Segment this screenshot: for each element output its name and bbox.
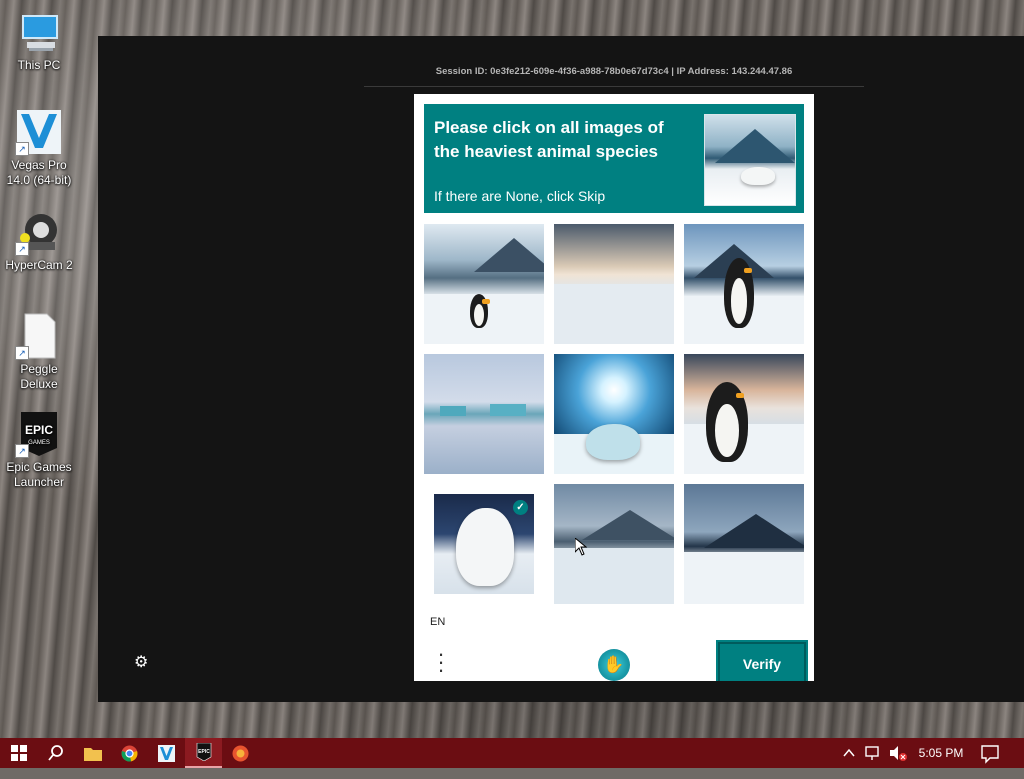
desktop-icon-label: Epic Games Launcher xyxy=(6,460,72,489)
document-icon: ↗ xyxy=(15,312,63,360)
image-tile-5[interactable] xyxy=(554,354,674,474)
polar-bear-figure xyxy=(741,167,775,185)
desktop-icon-label: Vegas Pro 14.0 (64-bit) xyxy=(6,158,72,187)
gear-icon[interactable]: ⚙ xyxy=(134,652,148,672)
computer-icon xyxy=(15,8,63,56)
desktop-icon-epic-games[interactable]: EPIC GAMES ↗ Epic Games Launcher xyxy=(4,410,74,490)
hypercam-icon: ↗ xyxy=(15,208,63,256)
desktop-icon-vegas-pro[interactable]: ↗ Vegas Pro 14.0 (64-bit) xyxy=(4,108,74,188)
vegas-pro-icon: ↗ xyxy=(15,108,63,156)
shortcut-arrow-icon: ↗ xyxy=(15,346,29,360)
image-tile-6[interactable] xyxy=(684,354,804,474)
image-tile-1[interactable] xyxy=(424,224,544,344)
image-tile-7[interactable]: ✓ xyxy=(424,484,544,604)
checkmark-icon: ✓ xyxy=(513,500,528,515)
chrome-icon[interactable] xyxy=(111,738,148,768)
desktop-icon-this-pc[interactable]: This PC xyxy=(4,8,74,73)
mouse-cursor-icon xyxy=(575,538,587,556)
notifications-icon[interactable] xyxy=(980,738,1000,768)
divider xyxy=(364,86,864,87)
network-icon[interactable] xyxy=(864,738,882,768)
windows-start-icon[interactable] xyxy=(0,738,37,768)
shortcut-arrow-icon: ↗ xyxy=(15,444,29,458)
example-image xyxy=(704,114,796,206)
desktop-icon-hypercam[interactable]: ↗ HyperCam 2 xyxy=(4,208,74,273)
desktop-icon-label: This PC xyxy=(17,58,61,72)
taskbar: EPIC 5:05 PM xyxy=(0,738,1024,768)
browser-taskbar-icon[interactable] xyxy=(222,738,259,768)
shortcut-arrow-icon: ↗ xyxy=(15,242,29,256)
vegas-pro-taskbar-icon[interactable] xyxy=(148,738,185,768)
verify-button[interactable]: Verify xyxy=(716,640,808,681)
file-explorer-icon[interactable] xyxy=(74,738,111,768)
session-info: Session ID: 0e3fe212-609e-4f36-a988-78b0… xyxy=(435,66,793,77)
desktop-icon-peggle[interactable]: ↗ Peggle Deluxe xyxy=(4,312,74,392)
prompt-title: Please click on all images of the heavie… xyxy=(434,118,664,161)
hcaptcha-challenge: Please click on all images of the heavie… xyxy=(414,94,814,681)
clock[interactable]: 5:05 PM xyxy=(918,738,964,768)
challenge-prompt: Please click on all images of the heavie… xyxy=(424,104,804,213)
epic-games-icon: EPIC GAMES ↗ xyxy=(15,410,63,458)
image-tile-3[interactable] xyxy=(684,224,804,344)
svg-text:EPIC: EPIC xyxy=(25,423,53,437)
search-icon[interactable] xyxy=(37,738,74,768)
chevron-up-icon[interactable] xyxy=(842,738,856,768)
language-selector[interactable]: EN xyxy=(430,616,445,628)
desktop-icon-label: HyperCam 2 xyxy=(5,258,73,272)
more-options-icon[interactable]: · · · xyxy=(434,643,448,681)
epic-games-taskbar-icon[interactable]: EPIC xyxy=(185,738,222,768)
shortcut-arrow-icon: ↗ xyxy=(15,142,29,156)
svg-text:GAMES: GAMES xyxy=(28,440,50,446)
prompt-subtitle: If there are None, click Skip xyxy=(434,188,606,204)
image-tile-8[interactable] xyxy=(554,484,674,604)
image-tile-4[interactable] xyxy=(424,354,544,474)
image-tile-9[interactable] xyxy=(684,484,804,604)
volume-muted-icon[interactable] xyxy=(888,738,908,768)
desktop-icon-label: Peggle Deluxe xyxy=(20,362,58,391)
svg-text:EPIC: EPIC xyxy=(198,749,210,755)
image-tile-2[interactable] xyxy=(554,224,674,344)
hcaptcha-logo-icon: ✋ xyxy=(598,649,630,681)
